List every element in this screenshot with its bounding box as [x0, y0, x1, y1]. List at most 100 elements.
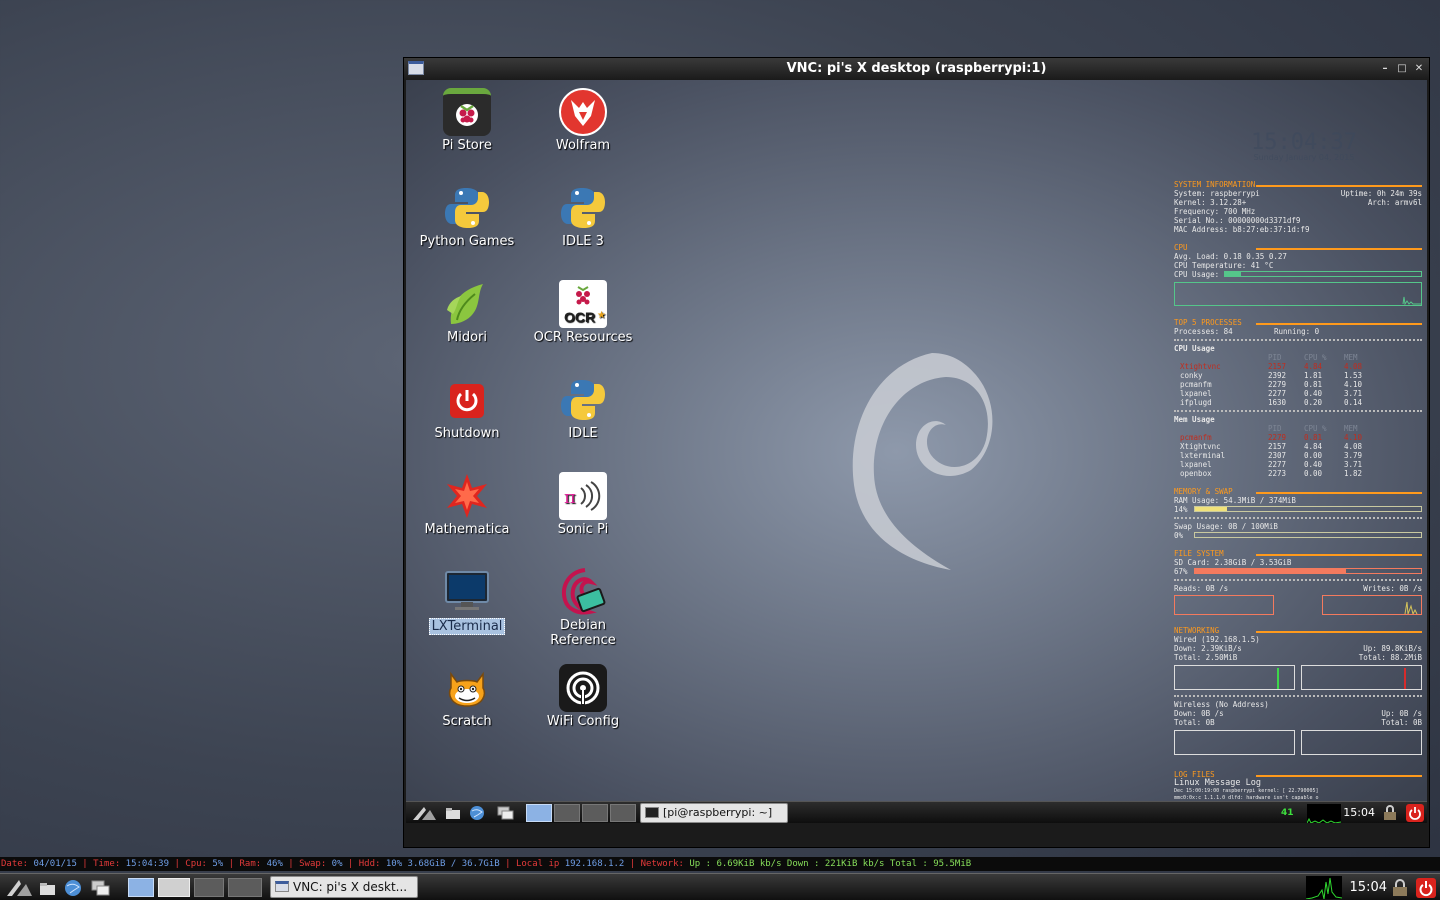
- desktop-icon-wifi-config[interactable]: WiFi Config: [528, 664, 638, 729]
- col-cpu: CPU %: [1304, 353, 1327, 362]
- process-row: lxpanel 2277 0.40 3.71: [1174, 460, 1422, 469]
- mathematica-icon: [443, 472, 491, 520]
- maximize-button[interactable]: □: [1394, 58, 1410, 79]
- conky-heading-system: SYSTEM INFORMATION: [1174, 180, 1422, 189]
- desktop-icon-scratch[interactable]: Scratch: [412, 664, 522, 729]
- conky-heading-processes: TOP 5 PROCESSES: [1174, 318, 1422, 327]
- wolfram-icon: [559, 88, 607, 136]
- workspace-3[interactable]: [194, 878, 224, 897]
- process-cpu: 0.81: [1304, 380, 1323, 389]
- vnc-titlebar[interactable]: VNC: pi's X desktop (raspberrypi:1) – □ …: [404, 58, 1429, 79]
- vnc-title: VNC: pi's X desktop (raspberrypi:1): [786, 61, 1047, 76]
- conky-heading-memory: MEMORY & SWAP: [1174, 487, 1422, 496]
- menu-button[interactable]: [410, 804, 440, 822]
- web-browser-icon[interactable]: [63, 878, 83, 898]
- process-mem: 3.79: [1344, 451, 1363, 460]
- power-icon[interactable]: [1416, 878, 1436, 898]
- remote-clock[interactable]: 15:04: [1343, 802, 1375, 823]
- desktop-icon-label: Shutdown: [434, 426, 500, 441]
- minimize-button[interactable]: –: [1377, 58, 1393, 79]
- web-browser-icon[interactable]: [468, 804, 486, 822]
- desktop-icon-idle3[interactable]: IDLE 3: [528, 184, 638, 249]
- workspace-4[interactable]: [228, 878, 262, 897]
- conky-sd-pct: 67%: [1174, 567, 1188, 576]
- process-row: ifplugd 1630 0.20 0.14: [1174, 398, 1422, 407]
- desktop-icon-lxterminal[interactable]: LXTerminal: [412, 568, 522, 635]
- process-mem: 1.82: [1344, 469, 1363, 478]
- desktop-icon-pi-store[interactable]: Pi Store: [412, 88, 522, 153]
- sd-usage-bar: [1194, 568, 1422, 574]
- divider: [1174, 339, 1422, 341]
- close-button[interactable]: ✕: [1411, 58, 1427, 79]
- cpu-monitor-value: 41: [1281, 808, 1294, 818]
- desktop-icon-ocr-resources[interactable]: OCR ★ OCR Resources: [528, 280, 638, 345]
- process-row: conky 2392 1.81 1.53: [1174, 371, 1422, 380]
- conky-uptime: Uptime: 0h 24m 39s: [1340, 189, 1422, 198]
- process-pid: 2307: [1268, 451, 1287, 460]
- process-row: Xtightvnc 2157 4.84 4.08: [1174, 442, 1422, 451]
- cpu-monitor-graph: [1306, 804, 1342, 823]
- process-name: pcmanfm: [1180, 433, 1212, 442]
- status-ip-key: Local ip: [515, 859, 560, 869]
- workspace-1[interactable]: [526, 804, 552, 822]
- process-cpu: 0.40: [1304, 460, 1323, 469]
- power-icon[interactable]: [1406, 804, 1424, 822]
- conky-w-total-up: Total: 0B: [1381, 718, 1422, 727]
- sd-usage-fill: [1195, 569, 1347, 573]
- conky-arch: Arch: armv6l: [1367, 198, 1422, 207]
- wireless-down-graph: [1174, 730, 1295, 755]
- workspace-2[interactable]: [554, 804, 580, 822]
- file-manager-icon[interactable]: [38, 878, 58, 898]
- divider: [1174, 410, 1422, 412]
- desktop-icon-sonic-pi[interactable]: π Sonic Pi: [528, 472, 638, 537]
- show-desktop-icon[interactable]: [90, 878, 112, 898]
- vnc-window[interactable]: VNC: pi's X desktop (raspberrypi:1) – □ …: [403, 57, 1430, 848]
- divider: [1174, 695, 1422, 697]
- desktop-icon-debian-reference[interactable]: Debian Reference: [528, 568, 638, 648]
- workspace-4[interactable]: [610, 804, 636, 822]
- conky-sd-card: SD Card: 2.38GiB / 3.53GiB: [1174, 558, 1292, 567]
- conky-mac: MAC Address: b8:27:eb:37:1d:f9: [1174, 225, 1310, 234]
- status-ip: 192.168.1.2: [564, 859, 625, 869]
- workspace-3[interactable]: [582, 804, 608, 822]
- net-down-graph: [1174, 665, 1295, 690]
- process-pid: 2273: [1268, 469, 1287, 478]
- debian-swirl-logo: [852, 353, 993, 570]
- task-vnc[interactable]: VNC: pi's X deskt...: [270, 876, 418, 898]
- process-name: lxterminal: [1180, 451, 1226, 460]
- file-manager-icon[interactable]: [444, 804, 462, 822]
- window-icon: [275, 881, 289, 892]
- window-icon[interactable]: [408, 61, 424, 75]
- conky-date: Sunday January 04, 2015: [1253, 153, 1355, 162]
- desktop-icon-python-games[interactable]: Python Games: [412, 184, 522, 249]
- task-lxterminal[interactable]: [pi@raspberrypi: ~]: [640, 803, 788, 823]
- process-name: lxpanel: [1180, 460, 1212, 469]
- process-mem: 4.10: [1344, 380, 1363, 389]
- workspace-1[interactable]: [128, 878, 154, 897]
- desktop-icon-label: Wolfram: [555, 138, 611, 153]
- process-mem: 1.53: [1344, 371, 1363, 380]
- show-desktop-icon[interactable]: [496, 804, 516, 822]
- process-row: pcmanfm 2279 0.81 4.10: [1174, 433, 1422, 442]
- scratch-icon: [443, 664, 491, 712]
- conky-log-line: Dec 15:00:19:00 raspberrypi kernel: [ 22…: [1174, 788, 1319, 794]
- process-mem: 3.71: [1344, 460, 1363, 469]
- desktop-icon-wolfram[interactable]: Wolfram: [528, 88, 638, 153]
- col-pid: PID: [1268, 353, 1282, 362]
- process-row: openbox 2273 0.00 1.82: [1174, 469, 1422, 478]
- svg-text:π: π: [564, 487, 576, 508]
- desktop-icon-idle[interactable]: IDLE: [528, 376, 638, 441]
- desktop-icon-mathematica[interactable]: Mathematica: [412, 472, 522, 537]
- clock[interactable]: 15:04: [1350, 874, 1387, 900]
- conky-swap-pct: 0%: [1174, 531, 1184, 540]
- desktop-icon-label: Midori: [447, 330, 487, 345]
- desktop-icon-shutdown[interactable]: Shutdown: [412, 376, 522, 441]
- col-mem: MEM: [1344, 424, 1358, 433]
- taskbar: VNC: pi's X deskt... 15:04: [0, 873, 1440, 900]
- desktop-icon-label: Python Games: [419, 234, 515, 249]
- menu-button[interactable]: [4, 877, 34, 898]
- lock-screen-icon[interactable]: [1390, 878, 1410, 898]
- workspace-2[interactable]: [158, 878, 190, 897]
- lock-screen-icon[interactable]: [1381, 804, 1399, 822]
- desktop-icon-midori[interactable]: Midori: [412, 280, 522, 345]
